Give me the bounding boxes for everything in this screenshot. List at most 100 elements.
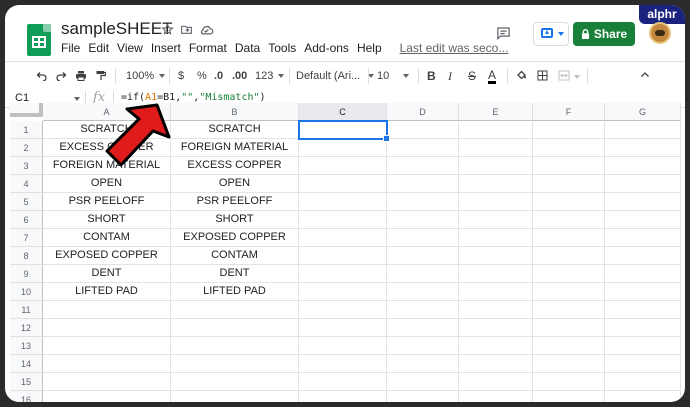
cell-e[interactable] xyxy=(459,391,533,402)
row-header[interactable]: 13 xyxy=(10,337,43,355)
menu-edit[interactable]: Edit xyxy=(88,41,109,55)
cell-a[interactable] xyxy=(43,355,171,373)
menu-data[interactable]: Data xyxy=(235,41,260,55)
cell-a[interactable] xyxy=(43,373,171,391)
account-avatar[interactable] xyxy=(649,22,671,44)
cell-d[interactable] xyxy=(387,211,459,229)
cell-f[interactable] xyxy=(533,139,605,157)
cell-a[interactable]: DENT xyxy=(43,265,171,283)
cell-e[interactable] xyxy=(459,283,533,301)
cell-g[interactable] xyxy=(605,301,681,319)
cell-d[interactable] xyxy=(387,337,459,355)
cell-g[interactable] xyxy=(605,283,681,301)
cell-g[interactable] xyxy=(605,157,681,175)
cell-f[interactable] xyxy=(533,283,605,301)
selected-cell-c1[interactable] xyxy=(298,120,390,142)
cell-e[interactable] xyxy=(459,211,533,229)
menu-addons[interactable]: Add-ons xyxy=(304,41,349,55)
cell-b[interactable]: EXPOSED COPPER xyxy=(171,229,299,247)
cell-g[interactable] xyxy=(605,139,681,157)
star-icon[interactable] xyxy=(161,23,174,36)
cell-c[interactable] xyxy=(299,193,387,211)
cell-d[interactable] xyxy=(387,283,459,301)
cell-a[interactable] xyxy=(43,391,171,402)
cell-c[interactable] xyxy=(299,265,387,283)
cell-f[interactable] xyxy=(533,157,605,175)
bold-button[interactable]: B xyxy=(427,69,436,83)
row-header[interactable]: 1 xyxy=(10,121,43,139)
percent-format-button[interactable]: % xyxy=(197,69,207,83)
cell-f[interactable] xyxy=(533,229,605,247)
cell-a[interactable]: PSR PEELOFF xyxy=(43,193,171,211)
cell-f[interactable] xyxy=(533,211,605,229)
text-color-button[interactable]: A xyxy=(488,69,497,84)
cell-g[interactable] xyxy=(605,175,681,193)
cell-g[interactable] xyxy=(605,355,681,373)
column-header-c[interactable]: C xyxy=(299,103,387,121)
row-header[interactable]: 3 xyxy=(10,157,43,175)
cell-g[interactable] xyxy=(605,211,681,229)
print-icon[interactable] xyxy=(75,70,87,81)
cell-c[interactable] xyxy=(299,373,387,391)
cell-f[interactable] xyxy=(533,265,605,283)
row-header[interactable]: 2 xyxy=(10,139,43,157)
strikethrough-button[interactable]: S xyxy=(468,69,476,83)
cell-e[interactable] xyxy=(459,265,533,283)
last-edit-link[interactable]: Last edit was seco... xyxy=(400,41,509,55)
cell-e[interactable] xyxy=(459,319,533,337)
present-button[interactable] xyxy=(533,22,569,46)
cell-e[interactable] xyxy=(459,121,533,139)
row-header[interactable]: 11 xyxy=(10,301,43,319)
cell-f[interactable] xyxy=(533,121,605,139)
cell-a[interactable]: OPEN xyxy=(43,175,171,193)
zoom-select[interactable]: 100% xyxy=(126,69,166,83)
borders-icon[interactable] xyxy=(537,70,548,81)
cell-g[interactable] xyxy=(605,337,681,355)
cell-d[interactable] xyxy=(387,229,459,247)
cell-b[interactable]: OPEN xyxy=(171,175,299,193)
undo-icon[interactable] xyxy=(36,70,48,81)
cell-d[interactable] xyxy=(387,247,459,265)
font-size-select[interactable]: 10 xyxy=(377,69,410,83)
cell-g[interactable] xyxy=(605,247,681,265)
chevron-down-icon[interactable] xyxy=(74,97,80,101)
cell-d[interactable] xyxy=(387,355,459,373)
cell-e[interactable] xyxy=(459,355,533,373)
cell-d[interactable] xyxy=(387,121,459,139)
cell-f[interactable] xyxy=(533,319,605,337)
menu-format[interactable]: Format xyxy=(189,41,227,55)
cell-b[interactable] xyxy=(171,319,299,337)
cell-c[interactable] xyxy=(299,157,387,175)
menu-help[interactable]: Help xyxy=(357,41,382,55)
cell-b[interactable] xyxy=(171,301,299,319)
cell-f[interactable] xyxy=(533,301,605,319)
row-header[interactable]: 16 xyxy=(10,391,43,402)
cell-g[interactable] xyxy=(605,319,681,337)
cell-b[interactable]: SCRATCH xyxy=(171,121,299,139)
cell-e[interactable] xyxy=(459,373,533,391)
row-header[interactable]: 4 xyxy=(10,175,43,193)
column-header-d[interactable]: D xyxy=(387,103,459,121)
font-family-select[interactable]: Default (Ari... xyxy=(296,69,375,83)
share-button[interactable]: Share xyxy=(573,22,635,46)
cell-c[interactable] xyxy=(299,319,387,337)
select-all-corner[interactable] xyxy=(10,103,43,117)
row-header[interactable]: 10 xyxy=(10,283,43,301)
increase-decimal-button[interactable]: .00 xyxy=(232,69,247,83)
fill-color-icon[interactable] xyxy=(516,70,528,81)
cell-b[interactable]: DENT xyxy=(171,265,299,283)
currency-format-button[interactable]: $ xyxy=(178,69,184,83)
cell-c[interactable] xyxy=(299,337,387,355)
column-header-b[interactable]: B xyxy=(171,103,299,121)
document-title[interactable]: sampleSHEET xyxy=(61,19,172,39)
cell-e[interactable] xyxy=(459,337,533,355)
chevron-down-icon[interactable] xyxy=(574,75,580,79)
cell-b[interactable] xyxy=(171,337,299,355)
row-header[interactable]: 9 xyxy=(10,265,43,283)
menu-file[interactable]: File xyxy=(61,41,80,55)
redo-icon[interactable] xyxy=(55,70,67,81)
cell-c[interactable] xyxy=(299,175,387,193)
cell-a[interactable] xyxy=(43,301,171,319)
cell-b[interactable]: LIFTED PAD xyxy=(171,283,299,301)
cell-d[interactable] xyxy=(387,139,459,157)
